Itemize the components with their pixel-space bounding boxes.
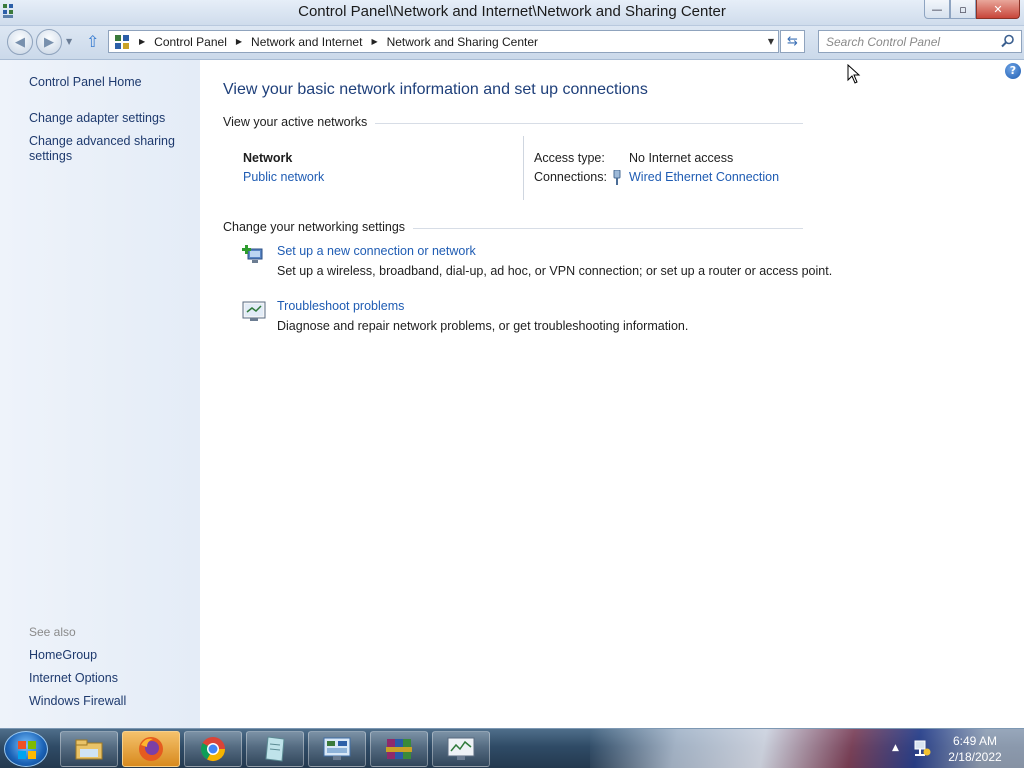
taskbar-control-panel[interactable] bbox=[308, 731, 366, 767]
notepad-icon bbox=[265, 736, 285, 762]
sidebar-item-control-panel-home[interactable]: Control Panel Home bbox=[29, 75, 142, 90]
breadcrumb-network-and-internet[interactable]: Network and Internet ▶ bbox=[251, 35, 387, 49]
see-also-heading: See also bbox=[29, 625, 76, 639]
connection-link[interactable]: Wired Ethernet Connection bbox=[629, 170, 779, 184]
sidebar-item-windows-firewall[interactable]: Windows Firewall bbox=[29, 694, 126, 709]
task-manager-icon bbox=[447, 737, 475, 760]
connections-label: Connections: bbox=[534, 170, 607, 184]
sidebar-item-homegroup[interactable]: HomeGroup bbox=[29, 648, 97, 663]
active-networks-heading: View your active networks bbox=[223, 115, 376, 129]
taskbar-notepad[interactable] bbox=[246, 731, 304, 767]
file-explorer-icon bbox=[75, 739, 103, 760]
main-content: ? View your basic network information an… bbox=[200, 60, 1024, 728]
new-connection-icon bbox=[242, 245, 263, 263]
troubleshoot-link[interactable]: Troubleshoot problems bbox=[277, 299, 404, 313]
taskbar-task-manager[interactable] bbox=[432, 731, 490, 767]
taskbar-file-explorer[interactable] bbox=[60, 731, 118, 767]
windows-logo-icon bbox=[18, 741, 36, 759]
up-button[interactable]: ⇧ bbox=[86, 32, 104, 52]
refresh-button[interactable]: ⇆ bbox=[780, 30, 805, 53]
back-button[interactable]: ◀ bbox=[7, 29, 33, 55]
sidebar-item-internet-options[interactable]: Internet Options bbox=[29, 671, 118, 686]
taskbar: ▲ 6:49 AM 2/18/2022 bbox=[0, 728, 1024, 768]
divider bbox=[400, 228, 803, 229]
search-icon[interactable] bbox=[1001, 34, 1015, 48]
taskbar-chrome[interactable] bbox=[184, 731, 242, 767]
system-clock[interactable]: 6:49 AM 2/18/2022 bbox=[940, 733, 1010, 765]
window-title: Control Panel\Network and Internet\Netwo… bbox=[298, 3, 726, 20]
network-location-link[interactable]: Public network bbox=[243, 170, 324, 184]
firefox-icon bbox=[139, 737, 163, 761]
arrow-up-icon: ⇧ bbox=[86, 32, 100, 51]
divider bbox=[360, 123, 803, 124]
clock-date: 2/18/2022 bbox=[948, 750, 1002, 764]
start-button[interactable] bbox=[4, 731, 48, 767]
troubleshoot-description: Diagnose and repair network problems, or… bbox=[277, 319, 689, 333]
breadcrumb-network-and-sharing-center[interactable]: Network and Sharing Center bbox=[387, 35, 538, 49]
taskbar-winrar[interactable] bbox=[370, 731, 428, 767]
sidebar-item-change-adapter-settings[interactable]: Change adapter settings bbox=[29, 111, 165, 126]
access-type-value: No Internet access bbox=[629, 151, 734, 165]
arrow-right-icon: ▶ bbox=[44, 34, 54, 50]
sidebar-item-change-advanced-sharing-settings[interactable]: Change advanced sharing settings bbox=[29, 134, 179, 164]
search-placeholder: Search Control Panel bbox=[826, 34, 941, 49]
ethernet-icon bbox=[613, 170, 621, 185]
control-panel-icon bbox=[323, 737, 351, 760]
address-field[interactable]: ▶ Control Panel ▶ Network and Internet ▶ N… bbox=[108, 30, 779, 53]
help-icon: ? bbox=[1009, 64, 1017, 77]
title-bar: Control Panel\Network and Internet\Netwo… bbox=[0, 0, 1024, 26]
tasks-pane: Control Panel Home Change adapter settin… bbox=[0, 60, 200, 728]
breadcrumb-label: Control Panel bbox=[154, 34, 227, 49]
breadcrumb-label: Network and Internet bbox=[251, 34, 363, 49]
change-settings-heading: Change your networking settings bbox=[223, 220, 414, 234]
page-title: View your basic network information and … bbox=[223, 81, 648, 98]
control-panel-icon bbox=[115, 34, 129, 49]
maximize-button[interactable]: ▫ bbox=[950, 0, 976, 19]
refresh-icon: ⇆ bbox=[787, 34, 798, 49]
close-button[interactable]: ✕ bbox=[976, 0, 1020, 19]
mouse-pointer-icon bbox=[847, 64, 861, 84]
address-history-dropdown[interactable]: ▼ bbox=[768, 37, 774, 46]
network-name: Network bbox=[243, 151, 293, 165]
show-hidden-icons-button[interactable]: ▲ bbox=[892, 743, 899, 753]
arrow-left-icon: ◀ bbox=[15, 34, 25, 50]
recent-pages-dropdown[interactable]: ▼ bbox=[66, 37, 72, 46]
minimize-button[interactable]: — bbox=[924, 0, 950, 19]
divider bbox=[523, 136, 524, 200]
setup-connection-description: Set up a wireless, broadband, dial-up, a… bbox=[277, 264, 833, 278]
chrome-icon bbox=[200, 737, 225, 762]
troubleshoot-icon bbox=[242, 301, 266, 321]
winrar-icon bbox=[386, 739, 412, 759]
search-input[interactable]: Search Control Panel bbox=[818, 30, 1022, 53]
window-controls: — ▫ ✕ bbox=[924, 0, 1020, 19]
network-status-icon[interactable] bbox=[913, 739, 931, 757]
forward-button[interactable]: ▶ bbox=[36, 29, 62, 55]
breadcrumb-label: Network and Sharing Center bbox=[386, 34, 539, 49]
breadcrumb-separator[interactable]: ▶ bbox=[135, 37, 154, 46]
help-button[interactable]: ? bbox=[1005, 63, 1021, 79]
setup-connection-link[interactable]: Set up a new connection or network bbox=[277, 244, 476, 258]
clock-time: 6:49 AM bbox=[952, 734, 998, 748]
taskbar-firefox[interactable] bbox=[122, 731, 180, 767]
navigation-bar: ◀ ▶ ▼ ⇧ ▶ Control Panel ▶ Network and Int… bbox=[0, 26, 1024, 60]
access-type-label: Access type: bbox=[534, 151, 605, 165]
breadcrumb-control-panel[interactable]: Control Panel ▶ bbox=[154, 35, 251, 49]
